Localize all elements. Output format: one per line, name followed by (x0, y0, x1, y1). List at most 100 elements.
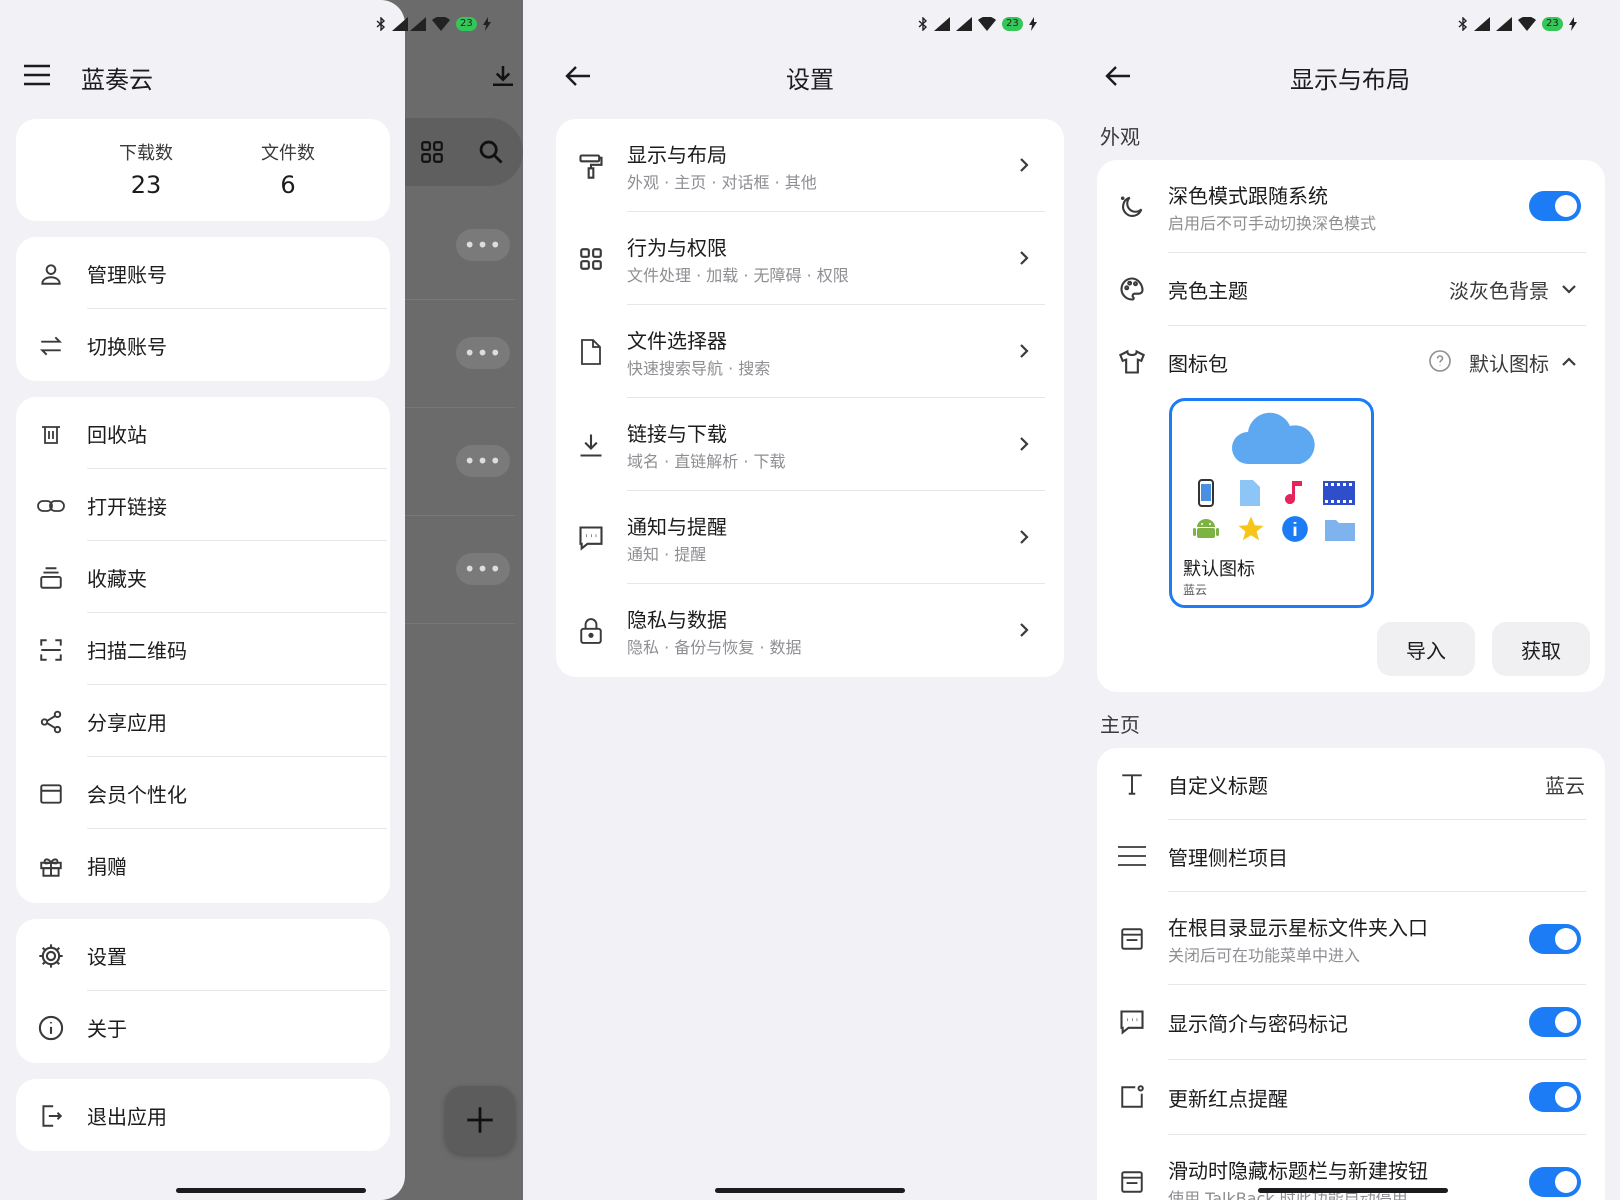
page-title: 显示与布局 (1290, 66, 1410, 94)
drawer-item-open-link[interactable]: 打开链接 (16, 469, 390, 541)
drawer-item-about[interactable]: 关于 (16, 991, 390, 1063)
chevron-right-icon (1012, 618, 1036, 642)
status-bar-right: 23 (410, 14, 491, 34)
exit-icon (36, 1101, 66, 1131)
person-icon (36, 259, 66, 289)
settings-item-file-picker[interactable]: 文件选择器 快速搜索导航 · 搜索 (556, 305, 1064, 398)
drawer-item-switch-account[interactable]: 切换账号 (16, 309, 390, 381)
info-icon (36, 1013, 66, 1043)
intro-password-toggle[interactable] (1529, 1007, 1581, 1037)
chevron-right-icon (1012, 246, 1036, 270)
custom-title-value: 蓝云 (1545, 774, 1585, 798)
stat-files[interactable]: 文件数 6 (228, 139, 348, 199)
status-bar: 23 (1458, 14, 1577, 34)
drawer-item-favorites[interactable]: 收藏夹 (16, 541, 390, 613)
light-theme-row[interactable]: 亮色主题 淡灰色背景 (1097, 253, 1605, 325)
exit-app-button[interactable]: 退出应用 (16, 1079, 390, 1151)
phone-icon (1192, 477, 1220, 509)
star-folder-toggle[interactable] (1529, 924, 1581, 954)
chevron-right-icon (1012, 339, 1036, 363)
moon-icon (1115, 190, 1149, 224)
more-icon[interactable]: ••• (456, 229, 510, 261)
icon-pack-card[interactable]: 默认图标 蓝云 (1169, 398, 1374, 608)
window-icon (1115, 1165, 1149, 1199)
back-icon[interactable] (1100, 58, 1136, 94)
dark-mode-toggle[interactable] (1529, 191, 1581, 221)
scan-icon (36, 635, 66, 665)
settings-item-link-download[interactable]: 链接与下载 域名 · 直链解析 · 下载 (556, 398, 1064, 491)
stat-downloads[interactable]: 下载数 23 (86, 139, 206, 199)
android-icon (1192, 513, 1220, 545)
red-dot-toggle[interactable] (1529, 1082, 1581, 1112)
section-header-home: 主页 (1100, 713, 1140, 737)
tools-group: 回收站 打开链接 收藏夹 扫描二维码 分享应用 会员个性化 捐赠 (16, 397, 390, 903)
home-indicator[interactable] (1258, 1188, 1448, 1193)
settings-item-display[interactable]: 显示与布局 外观 · 主页 · 对话框 · 其他 (556, 119, 1064, 212)
settings-list: 显示与布局 外观 · 主页 · 对话框 · 其他 行为与权限 文件处理 · 加载… (556, 119, 1064, 677)
settings-item-behavior[interactable]: 行为与权限 文件处理 · 加载 · 无障碍 · 权限 (556, 212, 1064, 305)
star-folder-row[interactable]: 在根目录显示星标文件夹入口 关闭后可在功能菜单中进入 (1097, 892, 1605, 984)
search-icon[interactable] (474, 135, 508, 169)
settings-item-notifications[interactable]: 通知与提醒 通知 · 提醒 (556, 491, 1064, 584)
chevron-right-icon (1012, 153, 1036, 177)
get-button[interactable]: 获取 (1492, 622, 1590, 676)
account-group: 管理账号 切换账号 (16, 237, 390, 381)
file-icon (574, 335, 608, 369)
drawer-item-donate[interactable]: 捐赠 (16, 829, 390, 901)
intro-password-row[interactable]: 显示简介与密码标记 (1097, 985, 1605, 1059)
icon-pack-value: 默认图标 (1469, 352, 1549, 376)
download-icon[interactable] (485, 58, 521, 94)
chevron-right-icon (1012, 525, 1036, 549)
drawer-title: 蓝奏云 (81, 66, 153, 94)
manage-sidebar-row[interactable]: 管理侧栏项目 (1097, 820, 1605, 892)
drawer-item-vip[interactable]: 会员个性化 (16, 757, 390, 829)
collection-icon (36, 563, 66, 593)
more-icon[interactable]: ••• (456, 337, 510, 369)
lock-icon (574, 614, 608, 648)
trash-icon (36, 419, 66, 449)
status-bar: 23 (918, 14, 1037, 34)
home-indicator[interactable] (715, 1188, 905, 1193)
status-bar (376, 14, 408, 34)
drawer-item-settings[interactable]: 设置 (16, 919, 390, 991)
icon-pack-row[interactable]: 图标包 默认图标 (1097, 326, 1605, 398)
window-icon (1115, 922, 1149, 956)
icon-pack-card-name: 默认图标 (1183, 559, 1255, 580)
navigation-drawer: 蓝奏云 下载数 23 文件数 6 管理账号 切换账号 回收站 打开链接 收藏夹 … (0, 0, 408, 1200)
drawer-item-manage-account[interactable]: 管理账号 (16, 237, 390, 309)
help-icon[interactable] (1427, 348, 1453, 374)
more-icon[interactable]: ••• (456, 445, 510, 477)
document-icon (1236, 477, 1264, 509)
folder-icon (1324, 513, 1356, 545)
custom-title-row[interactable]: 自定义标题 蓝云 (1097, 748, 1605, 820)
share-icon (36, 707, 66, 737)
home-indicator[interactable] (176, 1188, 366, 1193)
drawer-item-scan-qr[interactable]: 扫描二维码 (16, 613, 390, 685)
download-icon (574, 428, 608, 462)
red-dot-row[interactable]: 更新红点提醒 (1097, 1060, 1605, 1134)
paint-roller-icon (574, 149, 608, 183)
more-icon[interactable]: ••• (456, 553, 510, 585)
menu-icon[interactable] (20, 60, 54, 90)
appearance-card: 深色模式跟随系统 启用后不可手动切换深色模式 亮色主题 淡灰色背景 图标包 默认… (1097, 160, 1605, 692)
import-button[interactable]: 导入 (1377, 622, 1475, 676)
lines-icon (1115, 839, 1149, 873)
back-icon[interactable] (560, 58, 596, 94)
badge-square-icon (1115, 1080, 1149, 1114)
message-icon (574, 521, 608, 555)
add-button[interactable] (445, 1086, 515, 1154)
palette-icon (1115, 272, 1149, 306)
drawer-item-recycle-bin[interactable]: 回收站 (16, 397, 390, 469)
light-theme-value: 淡灰色背景 (1449, 279, 1549, 303)
hide-title-toggle[interactable] (1529, 1167, 1581, 1197)
drawer-item-share-app[interactable]: 分享应用 (16, 685, 390, 757)
app-group: 设置 关于 (16, 919, 390, 1063)
settings-item-privacy[interactable]: 隐私与数据 隐私 · 备份与恢复 · 数据 (556, 584, 1064, 677)
icon-pack-card-author: 蓝云 (1183, 583, 1208, 597)
dark-mode-row[interactable]: 深色模式跟随系统 启用后不可手动切换深色模式 (1097, 160, 1605, 252)
grid-view-icon[interactable] (415, 135, 449, 169)
cloud-icon (1227, 407, 1319, 469)
tshirt-icon (1115, 345, 1149, 379)
home-card: 自定义标题 蓝云 管理侧栏项目 在根目录显示星标文件夹入口 关闭后可在功能菜单中… (1097, 748, 1605, 1200)
section-header-appearance: 外观 (1100, 125, 1140, 149)
